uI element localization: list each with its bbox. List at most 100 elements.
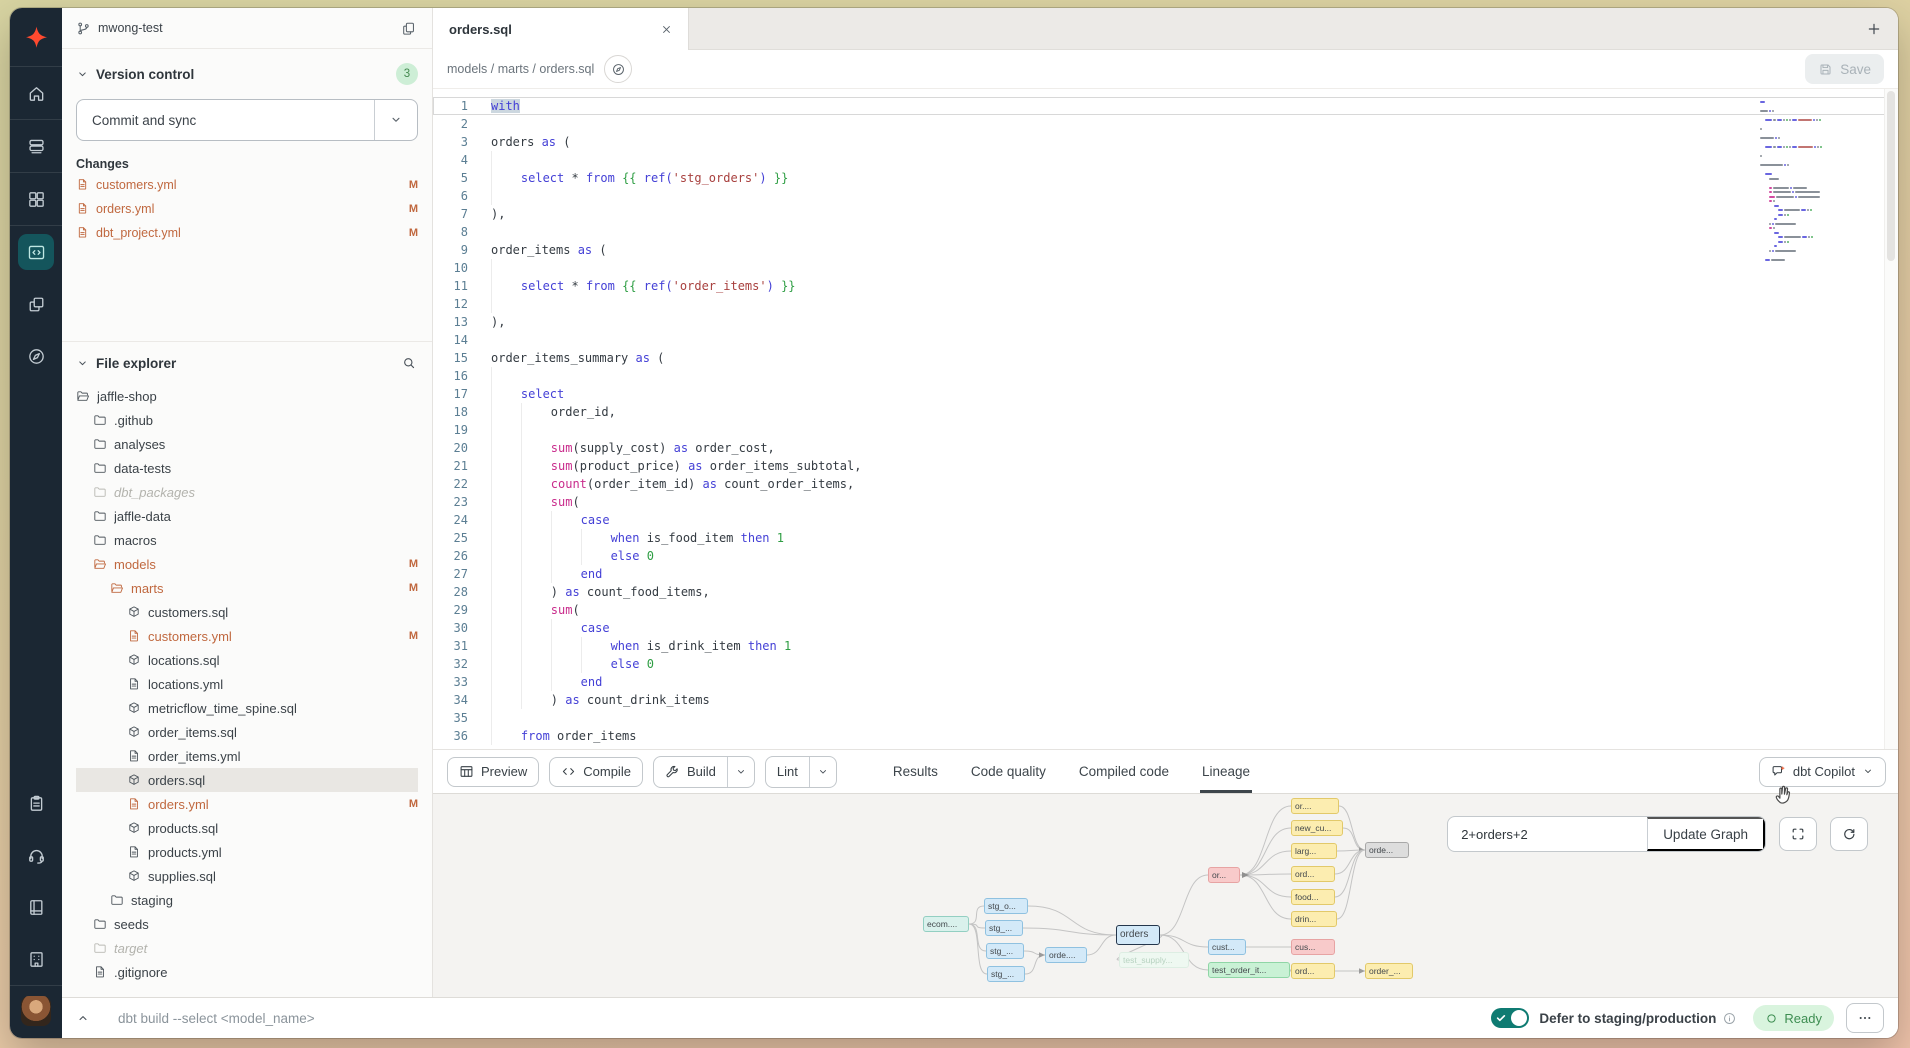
- lineage-node-cus[interactable]: cus...: [1291, 939, 1335, 955]
- tree-item-staging[interactable]: staging: [76, 888, 418, 912]
- lineage-node-food[interactable]: food...: [1291, 889, 1335, 905]
- tree-item-.github[interactable]: .github: [76, 408, 418, 432]
- tree-item-customers.sql[interactable]: customers.sql: [76, 600, 418, 624]
- selector-input[interactable]: 2+orders+2: [1448, 817, 1647, 851]
- orchestration-icon[interactable]: [10, 330, 62, 382]
- defer-toggle[interactable]: [1491, 1008, 1529, 1028]
- tree-item-locations.yml[interactable]: locations.yml: [76, 672, 418, 696]
- tree-item-products.sql[interactable]: products.sql: [76, 816, 418, 840]
- tab-compiled-code[interactable]: Compiled code: [1079, 750, 1169, 793]
- tree-item-order_items.sql[interactable]: order_items.sql: [76, 720, 418, 744]
- tree-item-jaffle-data[interactable]: jaffle-data: [76, 504, 418, 528]
- tree-item-macros[interactable]: macros: [76, 528, 418, 552]
- tree-item-metricflow_time_spine.sql[interactable]: metricflow_time_spine.sql: [76, 696, 418, 720]
- changed-file-customers.yml[interactable]: customers.ymlM: [76, 174, 418, 195]
- scrollbar-thumb[interactable]: [1887, 91, 1895, 261]
- info-icon[interactable]: [1722, 1011, 1737, 1026]
- editor-minimap[interactable]: [1760, 101, 1840, 268]
- tab-results[interactable]: Results: [893, 750, 938, 793]
- lineage-node-new_cu[interactable]: new_cu...: [1291, 820, 1343, 836]
- tree-item-target[interactable]: target: [76, 936, 418, 960]
- code-line-28: 28) as count_food_items,: [433, 583, 1898, 601]
- user-avatar[interactable]: [21, 996, 51, 1026]
- lineage-node-stg_[interactable]: stg_...: [986, 943, 1024, 959]
- apps-grid-icon[interactable]: [10, 173, 62, 225]
- tab-lineage[interactable]: Lineage: [1202, 750, 1250, 793]
- tree-item-seeds[interactable]: seeds: [76, 912, 418, 936]
- build-options-chevron[interactable]: [727, 757, 754, 787]
- docs-icon[interactable]: [10, 881, 62, 933]
- build-split-button: Build: [653, 756, 755, 788]
- tree-item-products.yml[interactable]: products.yml: [76, 840, 418, 864]
- lineage-node-larg[interactable]: larg...: [1291, 843, 1337, 859]
- file-explorer-header[interactable]: File explorer: [76, 350, 418, 376]
- build-button[interactable]: Build: [654, 757, 727, 787]
- lineage-node-or[interactable]: or...: [1208, 867, 1240, 883]
- changed-file-orders.yml[interactable]: orders.ymlM: [76, 198, 418, 219]
- tree-item-order_items.yml[interactable]: order_items.yml: [76, 744, 418, 768]
- lineage-node-order_[interactable]: order_...: [1365, 963, 1413, 979]
- version-control-header[interactable]: Version control 3: [76, 61, 418, 87]
- home-icon[interactable]: [10, 67, 62, 119]
- lineage-node-drin[interactable]: drin...: [1291, 911, 1337, 927]
- new-tab-button[interactable]: [1862, 17, 1886, 41]
- tree-item-supplies.sql[interactable]: supplies.sql: [76, 864, 418, 888]
- lineage-node-or[interactable]: or....: [1291, 798, 1339, 814]
- update-graph-button[interactable]: Update Graph: [1647, 817, 1765, 851]
- lineage-node-stg_o[interactable]: stg_o...: [984, 898, 1028, 914]
- lineage-node-test_order_it[interactable]: test_order_it...: [1208, 962, 1290, 978]
- lineage-node-stg_[interactable]: stg_...: [987, 966, 1025, 982]
- focus-file-icon[interactable]: [604, 55, 632, 83]
- lineage-node-orders[interactable]: orders: [1116, 925, 1160, 945]
- tree-item-analyses[interactable]: analyses: [76, 432, 418, 456]
- lint-options-chevron[interactable]: [809, 757, 836, 787]
- tree-item-orders.sql[interactable]: orders.sql: [76, 768, 418, 792]
- editor-scrollbar[interactable]: [1884, 89, 1898, 749]
- close-tab-icon[interactable]: [658, 21, 675, 38]
- lineage-node-cust[interactable]: cust...: [1208, 939, 1246, 955]
- tree-item-dbt_packages[interactable]: dbt_packages: [76, 480, 418, 504]
- tree-item-locations.sql[interactable]: locations.sql: [76, 648, 418, 672]
- organization-icon[interactable]: [10, 933, 62, 985]
- tab-orders-sql[interactable]: orders.sql: [433, 8, 689, 50]
- lineage-node-orde[interactable]: orde....: [1045, 947, 1087, 963]
- command-input[interactable]: dbt build --select <model_name>: [118, 1011, 1491, 1026]
- lineage-node-test_supply[interactable]: test_supply...: [1119, 952, 1189, 968]
- refresh-icon[interactable]: [1830, 817, 1868, 851]
- dbt-logo[interactable]: [10, 8, 62, 66]
- commit-and-sync-button[interactable]: Commit and sync: [76, 99, 418, 141]
- preview-button[interactable]: Preview: [447, 757, 539, 787]
- tree-item-data-tests[interactable]: data-tests: [76, 456, 418, 480]
- fullscreen-icon[interactable]: [1779, 817, 1817, 851]
- lineage-node-ord[interactable]: ord...: [1291, 866, 1335, 882]
- tree-item-customers.yml[interactable]: customers.ymlM: [76, 624, 418, 648]
- file-search-button[interactable]: [400, 354, 418, 372]
- commit-options-chevron[interactable]: [374, 100, 417, 140]
- changed-file-dbt_project.yml[interactable]: dbt_project.ymlM: [76, 222, 418, 243]
- lineage-node-stg_[interactable]: stg_...: [985, 920, 1023, 936]
- tree-item-models[interactable]: modelsM: [76, 552, 418, 576]
- develop-ide-icon[interactable]: [10, 226, 62, 278]
- code-line-32: 32else 0: [433, 655, 1898, 673]
- deploy-jobs-icon[interactable]: [10, 120, 62, 172]
- support-icon[interactable]: [10, 829, 62, 881]
- breadcrumb-bar: models / marts / orders.sql Save: [433, 50, 1898, 89]
- copy-branch-button[interactable]: [399, 19, 418, 38]
- compile-button[interactable]: Compile: [549, 757, 643, 787]
- lineage-node-ord[interactable]: ord...: [1291, 963, 1335, 979]
- save-button[interactable]: Save: [1805, 54, 1884, 84]
- compare-icon[interactable]: [10, 278, 62, 330]
- folderopen-icon: [76, 389, 90, 403]
- lineage-node-orde[interactable]: orde...: [1365, 842, 1409, 858]
- lineage-node-ecom[interactable]: ecom....: [923, 916, 969, 932]
- code-editor[interactable]: 1with23orders as (45select * from {{ ref…: [433, 89, 1898, 749]
- expand-command-bar-icon[interactable]: [62, 998, 104, 1038]
- tree-item-.gitignore[interactable]: .gitignore: [76, 960, 418, 984]
- more-options-button[interactable]: [1846, 1003, 1884, 1033]
- changelog-icon[interactable]: [10, 777, 62, 829]
- tree-item-jaffle-shop[interactable]: jaffle-shop: [76, 384, 418, 408]
- tab-code-quality[interactable]: Code quality: [971, 750, 1046, 793]
- tree-item-marts[interactable]: martsM: [76, 576, 418, 600]
- lint-button[interactable]: Lint: [766, 757, 809, 787]
- tree-item-orders.yml[interactable]: orders.ymlM: [76, 792, 418, 816]
